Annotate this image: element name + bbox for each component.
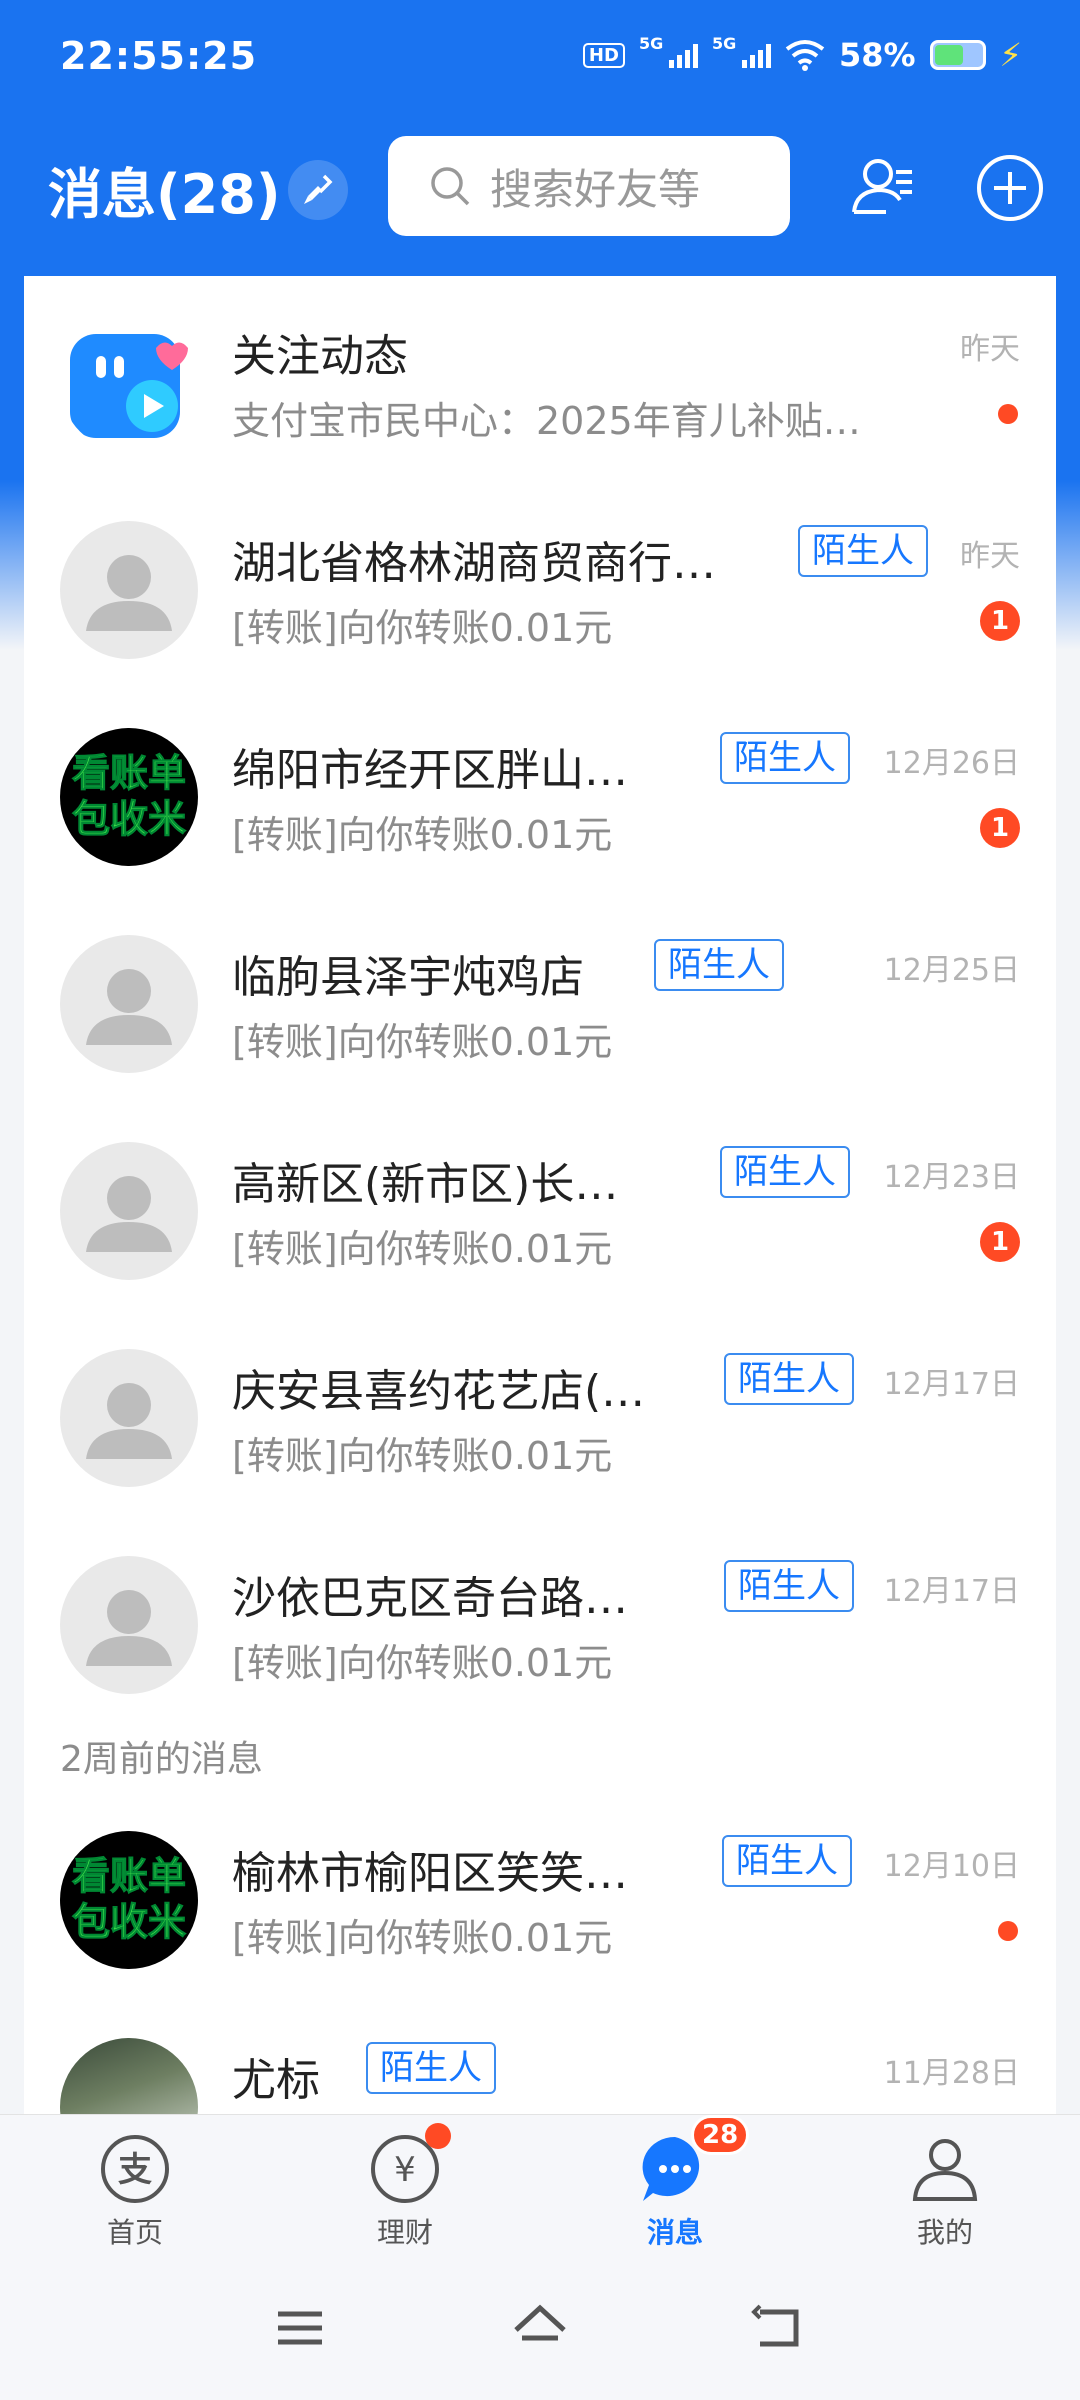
svg-text:¥: ¥	[394, 2150, 416, 2190]
unread-dot	[998, 404, 1018, 424]
unread-count-badge: 28	[691, 2115, 750, 2155]
message-time: 12月17日	[883, 1574, 1020, 1609]
stranger-tag: 陌生人	[724, 1353, 854, 1405]
contact-name: 高新区(新市区)长…	[232, 1159, 619, 1210]
status-indicators: HD 5G 5G 58% ⚡	[582, 34, 1022, 74]
list-item[interactable]: 尤标 陌生人 11月28日	[24, 2000, 1056, 2116]
contact-name: 关注动态	[232, 331, 408, 382]
avatar	[60, 521, 198, 659]
search-placeholder: 搜索好友等	[490, 164, 701, 214]
back-icon[interactable]	[750, 2298, 810, 2358]
hd-icon: HD	[582, 42, 625, 68]
message-preview: [转账]向你转账0.01元	[232, 1434, 613, 1478]
bottom-nav: 支 首页 ¥ 理财 28 消息 我的	[0, 2114, 1080, 2254]
message-time: 12月23日	[883, 1160, 1020, 1195]
message-preview: 支付宝市民中心：2025年育儿补贴…	[232, 399, 861, 443]
contact-name: 尤标	[232, 2055, 320, 2106]
header: 消息(28) 搜索好友等	[0, 120, 1080, 250]
broom-icon[interactable]	[288, 160, 348, 220]
stranger-tag: 陌生人	[720, 732, 850, 784]
stranger-tag: 陌生人	[366, 2042, 496, 2094]
avatar	[60, 1349, 198, 1487]
message-time: 11月28日	[883, 2056, 1020, 2091]
message-preview: [转账]向你转账0.01元	[232, 1020, 613, 1064]
contact-name: 庆安县喜约花艺店(…	[232, 1366, 646, 1417]
message-time: 昨天	[960, 539, 1020, 574]
contact-name: 榆林市榆阳区笑笑…	[232, 1848, 628, 1899]
nav-messages[interactable]: 28 消息	[595, 2115, 755, 2251]
message-time: 12月25日	[883, 953, 1020, 988]
message-list: 关注动态 支付宝市民中心：2025年育儿补贴… 昨天 湖北省格林湖商贸商行… 陌…	[24, 276, 1056, 2116]
charging-icon: ⚡	[999, 36, 1022, 74]
message-preview: [转账]向你转账0.01元	[232, 1641, 613, 1685]
message-time: 12月10日	[883, 1849, 1020, 1884]
message-preview: [转账]向你转账0.01元	[232, 1227, 613, 1271]
unread-badge: 1	[980, 601, 1020, 641]
avatar: 看账单 包收米	[60, 728, 198, 866]
status-bar: 22:55:25 HD 5G 5G 58% ⚡	[0, 0, 1080, 116]
stranger-tag: 陌生人	[720, 1146, 850, 1198]
contact-name: 沙依巴克区奇台路…	[232, 1573, 628, 1624]
svg-text:支: 支	[118, 2150, 152, 2190]
contacts-icon[interactable]	[846, 150, 922, 226]
avatar	[60, 935, 198, 1073]
message-preview: [转账]向你转账0.01元	[232, 606, 613, 650]
nav-wealth[interactable]: ¥ 理财	[325, 2123, 485, 2251]
section-header: 2周前的消息	[60, 1739, 263, 1780]
nav-home[interactable]: 支 首页	[55, 2133, 215, 2251]
page-title: 消息(28)	[48, 163, 281, 226]
status-time: 22:55:25	[60, 34, 258, 78]
contact-name: 临朐县泽宇炖鸡店	[232, 952, 584, 1003]
list-item[interactable]: 沙依巴克区奇台路… 陌生人 [转账]向你转账0.01元 12月17日	[24, 1518, 1056, 1725]
follow-updates-icon	[60, 314, 198, 452]
message-time: 昨天	[960, 332, 1020, 367]
list-item[interactable]: 高新区(新市区)长… 陌生人 [转账]向你转账0.01元 12月23日 1	[24, 1104, 1056, 1311]
list-item[interactable]: 看账单 包收米 榆林市榆阳区笑笑… 陌生人 [转账]向你转账0.01元 12月10…	[24, 1793, 1056, 2000]
avatar	[60, 1556, 198, 1694]
search-input[interactable]: 搜索好友等	[388, 136, 790, 236]
message-preview: [转账]向你转账0.01元	[232, 1916, 613, 1960]
list-item[interactable]: 湖北省格林湖商贸商行… 陌生人 [转账]向你转账0.01元 昨天 1	[24, 483, 1056, 690]
list-item[interactable]: 庆安县喜约花艺店(… 陌生人 [转账]向你转账0.01元 12月17日	[24, 1311, 1056, 1518]
unread-badge: 1	[980, 808, 1020, 848]
signal-icon-1: 5G	[639, 34, 698, 68]
contact-name: 绵阳市经开区胖山…	[232, 745, 628, 796]
battery-percent: 58%	[838, 36, 916, 74]
message-time: 12月17日	[883, 1367, 1020, 1402]
yuan-icon: ¥	[369, 2123, 451, 2205]
signal-icon-2: 5G	[712, 34, 771, 68]
plus-icon[interactable]	[972, 150, 1048, 226]
unread-dot	[998, 1921, 1018, 1941]
system-nav-bar	[0, 2254, 1080, 2400]
stranger-tag: 陌生人	[654, 939, 784, 991]
avatar: 看账单 包收米	[60, 1831, 198, 1969]
stranger-tag: 陌生人	[798, 525, 928, 577]
contact-name: 湖北省格林湖商贸商行…	[232, 538, 716, 589]
wifi-icon	[785, 40, 825, 71]
nav-mine[interactable]: 我的	[865, 2133, 1025, 2251]
alipay-icon: 支	[99, 2133, 171, 2205]
message-time: 12月26日	[883, 746, 1020, 781]
unread-badge: 1	[980, 1222, 1020, 1262]
list-item[interactable]: 看账单 包收米 绵阳市经开区胖山… 陌生人 [转账]向你转账0.01元 12月26…	[24, 690, 1056, 897]
message-preview: [转账]向你转账0.01元	[232, 813, 613, 857]
menu-icon[interactable]	[270, 2298, 330, 2358]
stranger-tag: 陌生人	[724, 1560, 854, 1612]
list-item[interactable]: 关注动态 支付宝市民中心：2025年育儿补贴… 昨天	[24, 276, 1056, 483]
notification-dot	[425, 2123, 451, 2149]
avatar	[60, 2038, 198, 2116]
battery-icon	[929, 40, 986, 70]
list-item[interactable]: 临朐县泽宇炖鸡店 陌生人 [转账]向你转账0.01元 12月25日	[24, 897, 1056, 1104]
home-icon[interactable]	[510, 2298, 570, 2358]
stranger-tag: 陌生人	[722, 1835, 852, 1887]
chat-icon: 28	[639, 2115, 750, 2205]
avatar	[60, 1142, 198, 1280]
search-icon	[431, 167, 470, 206]
person-icon	[909, 2133, 981, 2205]
